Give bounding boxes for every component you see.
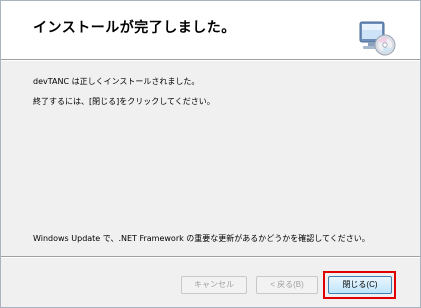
computer-cd-icon: [359, 21, 396, 56]
install-success-text: devTANC は正しくインストールされました。: [33, 77, 200, 86]
back-button[interactable]: < 戻る(B): [256, 276, 318, 294]
cancel-button[interactable]: キャンセル: [181, 276, 247, 294]
close-instruction-text: 終了するには、[閉じる]をクリックしてください。: [33, 97, 215, 106]
close-button-highlight: [323, 271, 396, 299]
footer-divider: [1, 256, 420, 258]
installer-dialog: インストールが完了しました。 devTANC は正しくインストールされました。 …: [0, 0, 421, 308]
page-title: インストールが完了しました。: [33, 20, 236, 36]
windows-update-note: Windows Update で、.NET Framework の重要な更新があ…: [33, 234, 370, 243]
header-divider: [1, 59, 420, 61]
dialog-header: インストールが完了しました。: [1, 1, 420, 59]
